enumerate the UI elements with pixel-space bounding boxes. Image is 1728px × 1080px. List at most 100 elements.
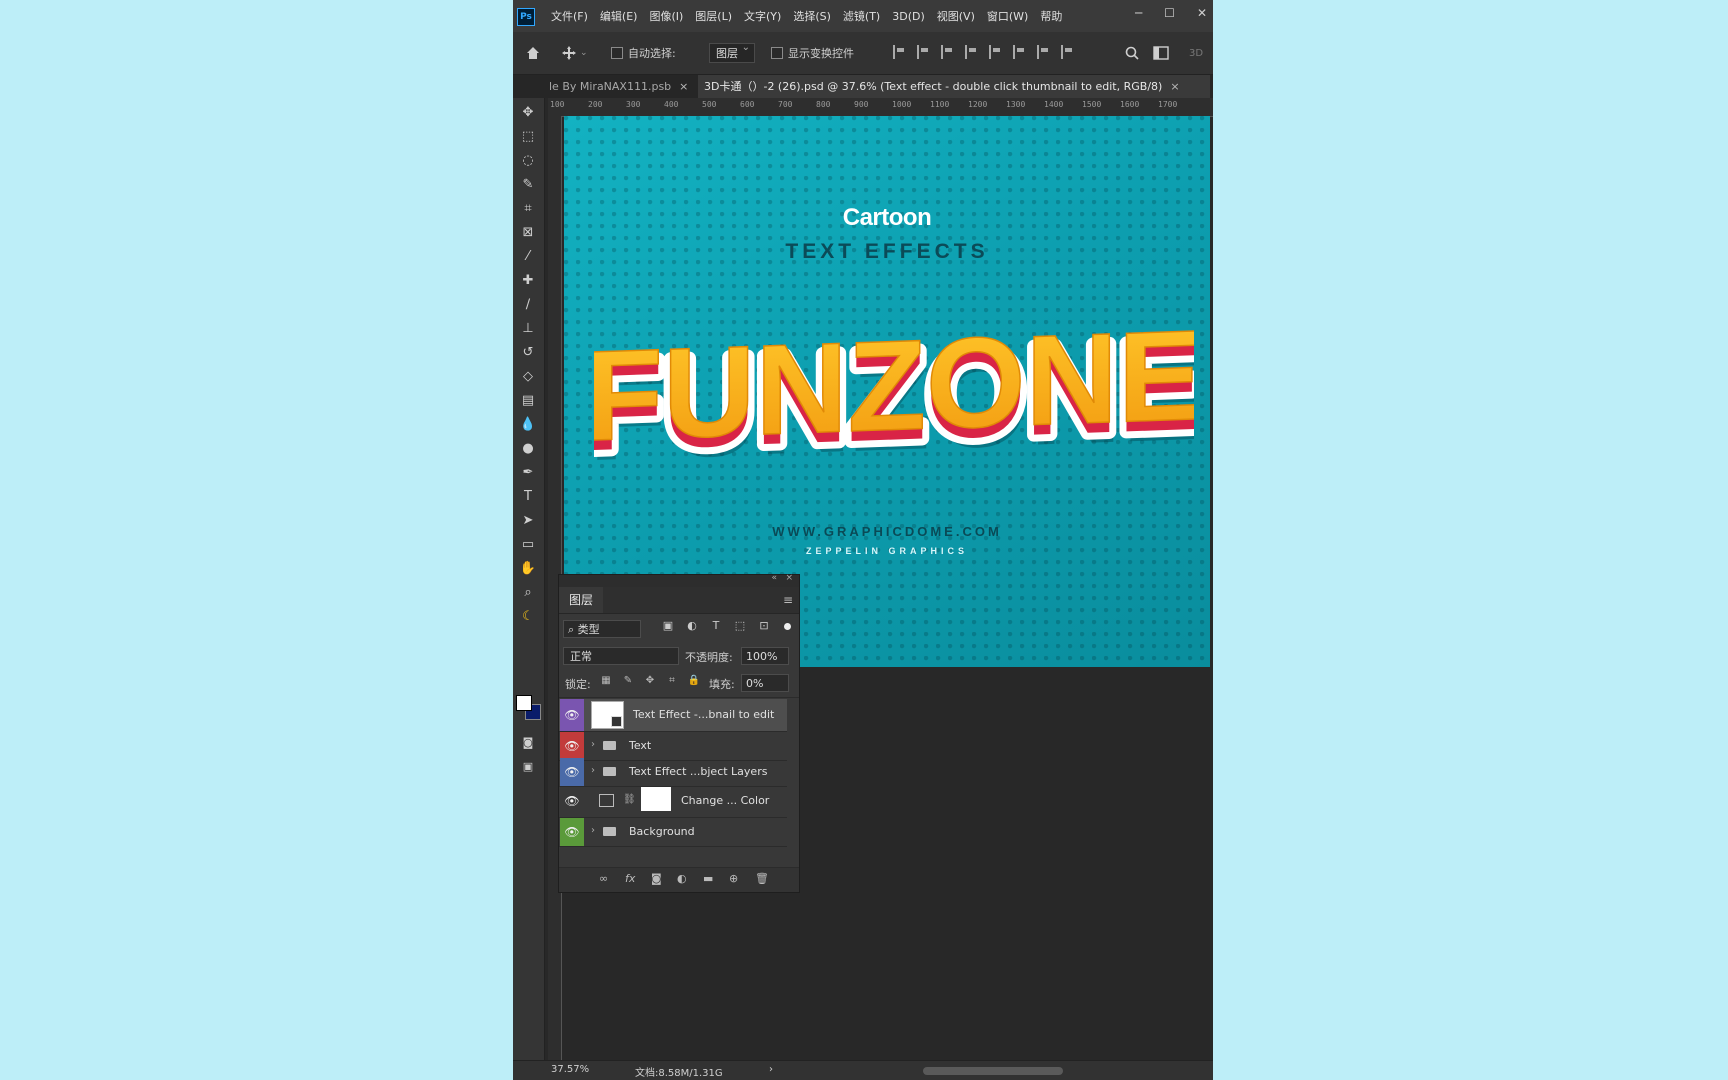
zoom-tool-icon[interactable]: ⌕ bbox=[519, 584, 537, 602]
minimize-button[interactable]: ─ bbox=[1135, 6, 1142, 20]
crop-tool-icon[interactable]: ⌗ bbox=[519, 200, 537, 218]
stamp-tool-icon[interactable]: ⊥ bbox=[519, 320, 537, 338]
eraser-tool-icon[interactable]: ◇ bbox=[519, 368, 537, 386]
home-icon[interactable] bbox=[525, 41, 541, 65]
menu-item-1[interactable]: 编辑(E) bbox=[600, 8, 638, 24]
expand-chevron-icon[interactable]: › bbox=[591, 825, 595, 836]
pen-tool-icon[interactable]: ✒ bbox=[519, 464, 537, 482]
magic-wand-tool-icon[interactable]: ✎ bbox=[519, 176, 537, 194]
shape-filter-icon[interactable]: ⬚ bbox=[733, 619, 747, 633]
layer-background-group[interactable]: 👁 › Background bbox=[559, 818, 787, 847]
marquee-tool-icon[interactable]: ⬚ bbox=[519, 128, 537, 146]
close-button[interactable]: ✕ bbox=[1197, 6, 1207, 20]
link-layers-icon[interactable]: ∞ bbox=[599, 872, 608, 885]
horizontal-scrollbar[interactable] bbox=[923, 1067, 1063, 1075]
frame-tool-icon[interactable]: ⊠ bbox=[519, 224, 537, 242]
maximize-button[interactable]: ☐ bbox=[1164, 6, 1175, 20]
workspace-icon[interactable] bbox=[1153, 41, 1169, 65]
menu-item-8[interactable]: 视图(V) bbox=[937, 8, 975, 24]
menu-item-5[interactable]: 选择(S) bbox=[793, 8, 831, 24]
foreground-color-swatch[interactable] bbox=[516, 695, 532, 711]
fx-icon[interactable]: fx bbox=[625, 872, 635, 885]
move-tool-icon[interactable]: ✥ bbox=[519, 104, 537, 122]
adjustment-filter-icon[interactable]: ◐ bbox=[685, 619, 699, 633]
align-top-icon[interactable] bbox=[989, 45, 1001, 59]
align-bottom-icon[interactable] bbox=[1037, 45, 1049, 59]
tab-layers[interactable]: 图层 bbox=[559, 587, 604, 613]
path-select-tool-icon[interactable]: ➤ bbox=[519, 512, 537, 530]
auto-select-check[interactable] bbox=[611, 47, 623, 59]
link-icon[interactable]: ⛓ bbox=[623, 794, 636, 805]
tab-close-icon[interactable]: × bbox=[1170, 80, 1179, 93]
type-filter-icon[interactable]: T bbox=[709, 619, 723, 633]
align-left-icon[interactable] bbox=[893, 45, 905, 59]
smart-object-thumbnail[interactable] bbox=[591, 701, 624, 729]
banana-icon[interactable]: ☾ bbox=[519, 608, 537, 626]
lock-pixels-icon[interactable]: ✎ bbox=[621, 674, 635, 688]
menu-item-2[interactable]: 图像(I) bbox=[649, 8, 683, 24]
menu-item-10[interactable]: 帮助 bbox=[1040, 8, 1062, 24]
panel-close-icon[interactable]: × bbox=[785, 573, 793, 583]
expand-chevron-icon[interactable]: › bbox=[591, 765, 595, 776]
fill-input[interactable]: 0% bbox=[741, 674, 789, 692]
type-tool-icon[interactable]: T bbox=[519, 488, 537, 506]
lock-artboard-icon[interactable]: ⌗ bbox=[665, 674, 679, 688]
expand-chevron-icon[interactable]: › bbox=[591, 739, 595, 750]
pixel-filter-icon[interactable]: ▣ bbox=[661, 619, 675, 633]
show-transform-check[interactable] bbox=[771, 47, 783, 59]
visibility-eye-icon[interactable]: 👁 bbox=[560, 818, 584, 846]
new-layer-icon[interactable]: ⊕ bbox=[729, 872, 738, 885]
dodge-tool-icon[interactable]: ● bbox=[519, 440, 537, 458]
visibility-eye-icon[interactable]: 👁 bbox=[560, 785, 584, 817]
blend-mode-dropdown[interactable]: 正常 bbox=[563, 647, 679, 665]
lasso-tool-icon[interactable]: ◌ bbox=[519, 152, 537, 170]
lock-position-icon[interactable]: ✥ bbox=[643, 674, 657, 688]
opacity-input[interactable]: 100% bbox=[741, 647, 789, 665]
add-mask-icon[interactable]: ◙ bbox=[651, 872, 662, 885]
layer-text-effect-group[interactable]: 👁 › Text Effect ...bject Layers bbox=[559, 758, 787, 787]
menu-item-4[interactable]: 文字(Y) bbox=[744, 8, 781, 24]
tab-close-icon[interactable]: × bbox=[679, 80, 688, 93]
eyedropper-tool-icon[interactable]: ⁄ bbox=[519, 248, 537, 266]
screen-mode-icon[interactable]: ▣ bbox=[519, 758, 537, 776]
auto-select-dropdown[interactable]: 图层 bbox=[709, 42, 755, 63]
brush-tool-icon[interactable]: ∕ bbox=[519, 296, 537, 314]
hand-tool-icon[interactable]: ✋ bbox=[519, 560, 537, 578]
visibility-eye-icon[interactable]: 👁 bbox=[560, 732, 584, 760]
adjustment-layer-button-icon[interactable]: ◐ bbox=[677, 872, 687, 885]
distribute-icon[interactable] bbox=[965, 45, 977, 59]
align-right-icon[interactable] bbox=[941, 45, 953, 59]
gradient-tool-icon[interactable]: ▤ bbox=[519, 392, 537, 410]
collapse-icon[interactable]: « bbox=[771, 573, 777, 583]
rectangle-tool-icon[interactable]: ▭ bbox=[519, 536, 537, 554]
move-tool-icon[interactable]: ⌄ bbox=[561, 41, 588, 65]
visibility-eye-icon[interactable]: 👁 bbox=[560, 758, 584, 786]
tab-miranax[interactable]: le By MiraNAX111.psb × bbox=[543, 75, 701, 98]
layer-change-color[interactable]: 👁 ⛓ Change ... Color bbox=[559, 785, 787, 818]
panel-menu-icon[interactable]: ≡ bbox=[783, 593, 793, 607]
lock-all-icon[interactable]: 🔒 bbox=[687, 674, 701, 688]
auto-select-checkbox[interactable]: 自动选择: bbox=[611, 41, 676, 65]
menu-item-7[interactable]: 3D(D) bbox=[892, 10, 925, 23]
layer-mask-thumbnail[interactable] bbox=[641, 787, 671, 811]
show-transform-checkbox[interactable]: 显示变换控件 bbox=[771, 41, 854, 65]
filter-toggle-icon[interactable] bbox=[784, 623, 791, 630]
new-group-icon[interactable]: ▬ bbox=[703, 872, 713, 885]
lock-transparency-icon[interactable]: ▦ bbox=[599, 674, 613, 688]
layer-text-effect-smart[interactable]: 👁 Text Effect -...bnail to edit bbox=[559, 699, 787, 732]
quick-mask-icon[interactable]: ◙ bbox=[519, 734, 537, 752]
menu-item-9[interactable]: 窗口(W) bbox=[987, 8, 1028, 24]
align-center-icon[interactable] bbox=[917, 45, 929, 59]
tab-active-document[interactable]: 3D卡通（）-2 (26).psd @ 37.6% (Text effect -… bbox=[698, 75, 1210, 98]
smart-object-filter-icon[interactable]: ⊡ bbox=[757, 619, 771, 633]
menu-item-0[interactable]: 文件(F) bbox=[551, 8, 588, 24]
zoom-level[interactable]: 37.57% bbox=[551, 1064, 589, 1075]
status-arrow-icon[interactable]: › bbox=[769, 1064, 773, 1075]
menu-item-6[interactable]: 滤镜(T) bbox=[843, 8, 880, 24]
history-brush-tool-icon[interactable]: ↺ bbox=[519, 344, 537, 362]
blur-tool-icon[interactable]: 💧 bbox=[519, 416, 537, 434]
healing-tool-icon[interactable]: ✚ bbox=[519, 272, 537, 290]
align-middle-icon[interactable] bbox=[1013, 45, 1025, 59]
menu-item-3[interactable]: 图层(L) bbox=[695, 8, 732, 24]
visibility-eye-icon[interactable]: 👁 bbox=[560, 699, 584, 731]
